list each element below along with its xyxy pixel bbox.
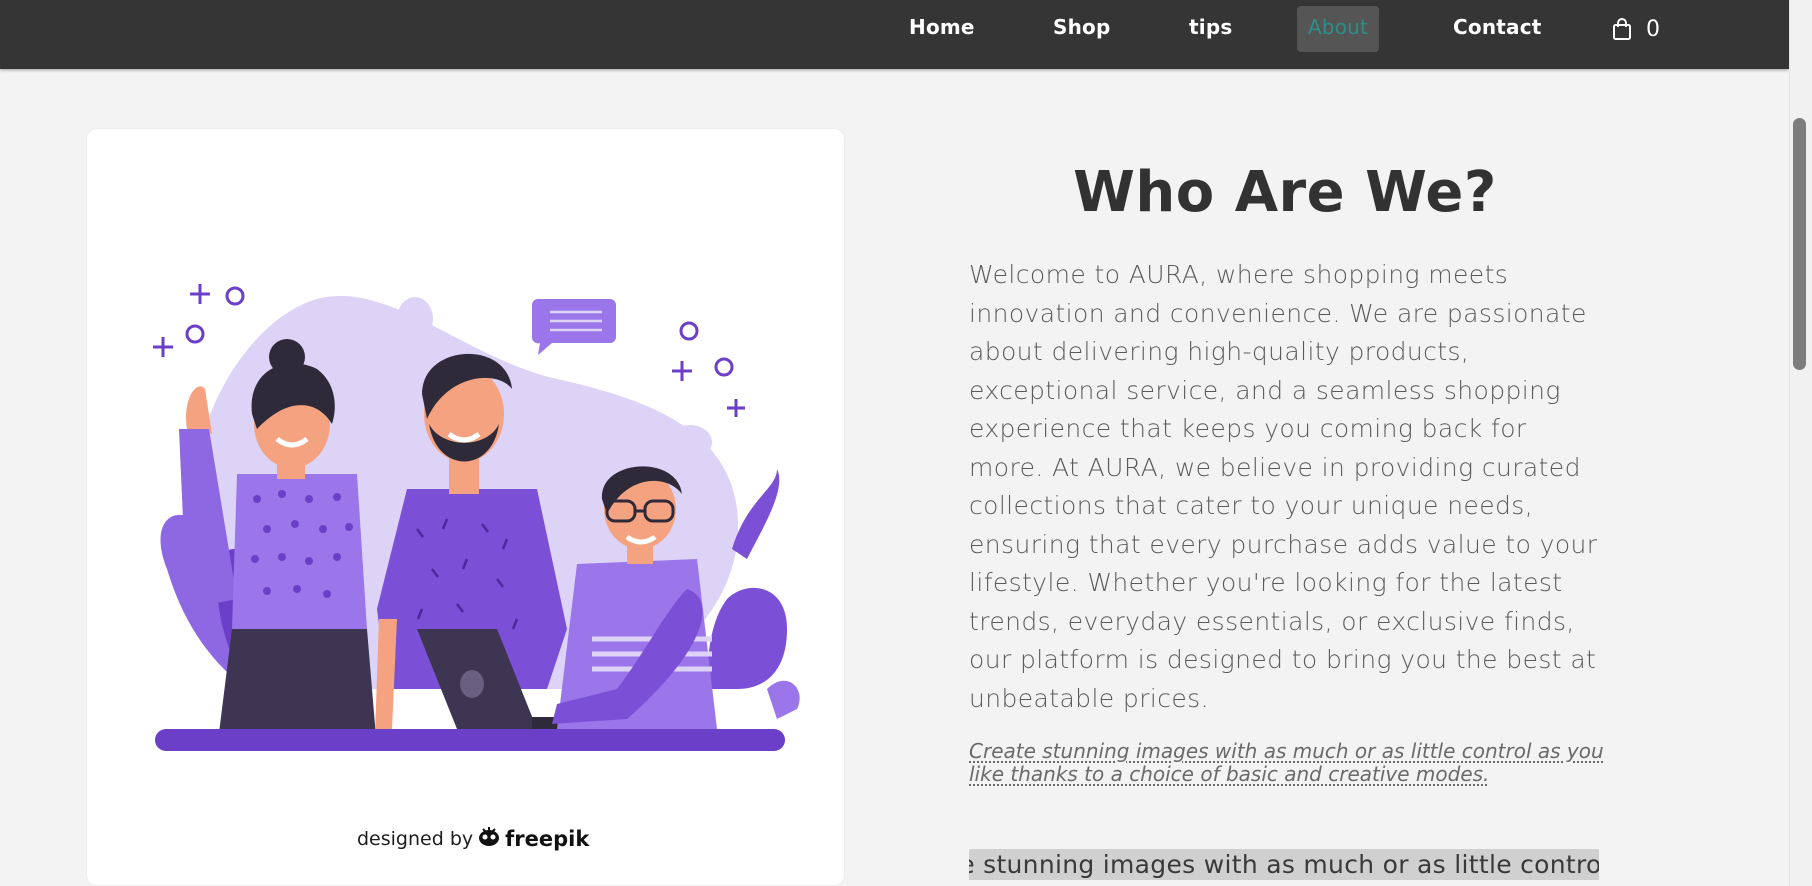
nav-link-tips[interactable]: tips	[1189, 6, 1232, 52]
team-illustration-card: designed by freepik	[87, 129, 844, 885]
page-scrollbar-thumb[interactable]	[1793, 118, 1806, 370]
nav-link-home[interactable]: Home	[909, 6, 975, 52]
scrolling-marquee: Create stunning images with as much or a…	[969, 849, 1599, 880]
nav-link-shop[interactable]: Shop	[1053, 6, 1111, 52]
about-description: Welcome to AURA, where shopping meets in…	[969, 260, 1598, 713]
nav-link-about[interactable]: About	[1297, 6, 1379, 52]
freepik-credit: designed by freepik	[357, 825, 589, 852]
about-title: Who Are We?	[1073, 160, 1497, 225]
top-navbar: Home Shop tips About Contact 0	[0, 0, 1789, 69]
about-note: Create stunning images with as much or a…	[969, 739, 1604, 786]
credit-brand: freepik	[505, 826, 590, 851]
shopping-bag-icon	[1612, 18, 1632, 40]
cart-button[interactable]: 0	[1612, 6, 1660, 52]
marquee-text: Create stunning images with as much or a…	[969, 850, 1599, 879]
cart-count: 0	[1646, 16, 1661, 42]
freepik-logo-icon	[477, 825, 501, 852]
team-illustration	[153, 284, 800, 751]
credit-prefix: designed by	[357, 827, 474, 850]
nav-link-contact[interactable]: Contact	[1453, 6, 1542, 52]
